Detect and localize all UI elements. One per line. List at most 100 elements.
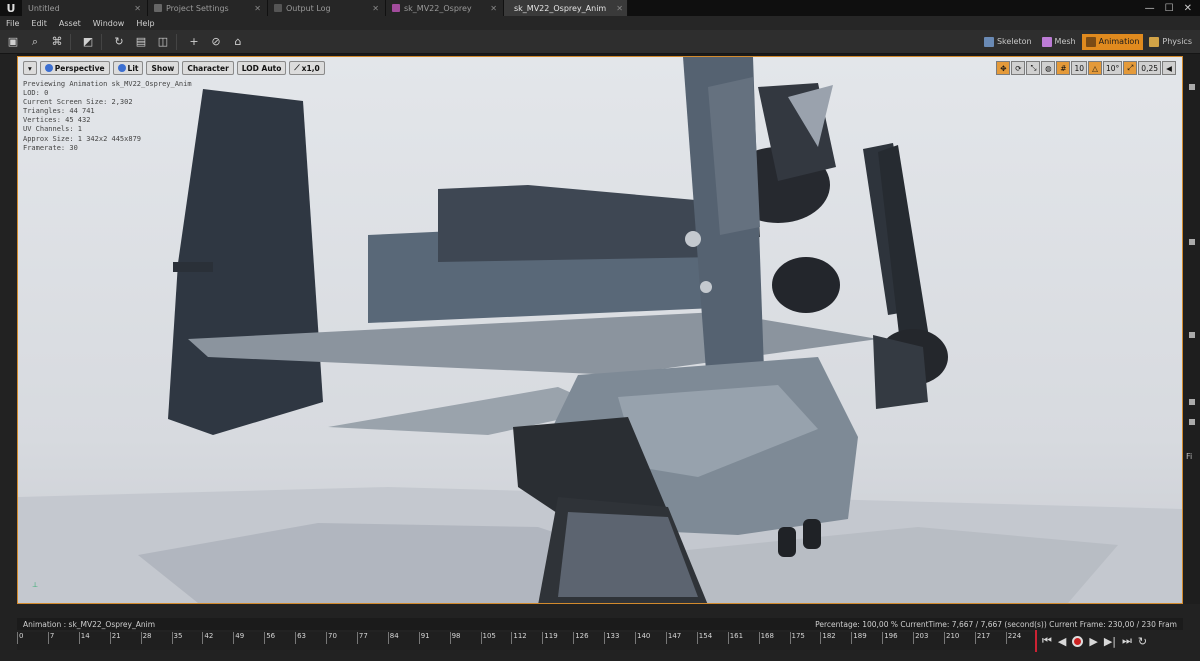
mode-mesh[interactable]: Mesh (1038, 34, 1080, 50)
editor-mode-switch: Skeleton Mesh Animation Physics (980, 33, 1200, 50)
close-icon[interactable]: ✕ (610, 4, 623, 13)
loop-icon[interactable]: ↻ (1138, 635, 1147, 648)
timeline-tick: 0 (17, 632, 23, 644)
viewport-options-button[interactable]: ▾ (23, 61, 37, 75)
mode-label: Skeleton (996, 37, 1032, 46)
panel-marker-icon (1189, 332, 1195, 338)
menu-help[interactable]: Help (130, 19, 160, 28)
perspective-button[interactable]: Perspective (39, 61, 110, 75)
osprey-aircraft-render (18, 57, 1182, 603)
tab-skeleton[interactable]: sk_MV22_Osprey ✕ (386, 0, 504, 16)
separator (70, 33, 71, 50)
left-panel-strip (0, 54, 17, 604)
speed-label: x1,0 (301, 63, 320, 73)
record-icon[interactable] (1072, 635, 1084, 647)
viewport-toolbar-right: ✥ ⟳ ⤡ ◍ # 10 △ 10° ⤢ 0,25 ◀ (996, 61, 1176, 75)
scrub-timeline[interactable]: 224 217 210 203 196 189 182 175 168 161 154 147 140 1… (17, 630, 1037, 652)
preview-viewport[interactable]: ▾ Perspective Lit Show Character LOD Aut… (17, 56, 1183, 604)
grid-snap-icon[interactable]: # (1056, 61, 1071, 75)
scale-snap-icon[interactable]: ⤢ (1123, 61, 1138, 75)
tab-project-settings[interactable]: Project Settings ✕ (148, 0, 268, 16)
character-button[interactable]: Character (182, 61, 234, 75)
step-forward-icon[interactable]: ▶| (1104, 635, 1116, 648)
stat-line: Previewing Animation sk_MV22_Osprey_Anim (23, 80, 192, 88)
apply-compression-icon[interactable]: ▤ (132, 33, 150, 51)
menu-asset[interactable]: Asset (53, 19, 87, 28)
menu-window[interactable]: Window (87, 19, 131, 28)
viewport-stats: Previewing Animation sk_MV22_Osprey_Anim… (23, 80, 192, 153)
lit-icon (117, 64, 126, 72)
timeline-tick: 42 (202, 632, 213, 644)
close-icon[interactable]: ✕ (484, 4, 497, 13)
maximize-icon[interactable]: ☐ (1165, 3, 1174, 14)
preview-mesh-icon[interactable]: ◩ (79, 33, 97, 51)
document-tab-bar: U Untitled ✕ Project Settings ✕ Output L… (0, 0, 1200, 16)
add-icon[interactable]: + (185, 33, 203, 51)
step-back-icon[interactable]: ◀ (1058, 635, 1066, 648)
timeline-tick: 217 (974, 632, 990, 644)
play-icon[interactable]: ▶ (1089, 635, 1097, 648)
animation-status-bar: Animation : sk_MV22_Osprey_Anim Percenta… (17, 618, 1183, 630)
timeline-tick: 203 (913, 632, 928, 644)
axis-gizmo-icon: ⊥ (32, 581, 39, 589)
panel-marker-icon (1189, 84, 1195, 90)
grid-snap-value[interactable]: 10 (1071, 61, 1087, 75)
timeline-tick: 112 (511, 632, 527, 644)
save-icon[interactable]: ▣ (4, 33, 22, 51)
panel-marker-icon (1189, 239, 1195, 245)
rotate-icon[interactable]: ⟳ (1011, 61, 1026, 75)
export-icon[interactable]: ◫ (154, 33, 172, 51)
translate-icon[interactable]: ✥ (996, 61, 1011, 75)
timeline-tick: 28 (140, 632, 152, 644)
make-static-mesh-icon[interactable]: ⌂ (229, 33, 247, 51)
browse-icon[interactable]: ⌕ (26, 33, 44, 51)
rotation-snap-value[interactable]: 10° (1103, 61, 1123, 75)
timeline-tick: 126 (573, 632, 589, 644)
stat-line: Vertices: 45 432 (23, 116, 91, 125)
tab-untitled[interactable]: Untitled ✕ (22, 0, 148, 16)
playhead[interactable] (1035, 630, 1037, 652)
separator (101, 33, 102, 50)
rotation-snap-icon[interactable]: △ (1088, 61, 1102, 75)
scale-snap-value[interactable]: 0,25 (1138, 61, 1161, 75)
stat-line: Framerate: 30 (23, 143, 78, 152)
skeleton-icon[interactable]: ⌘ (48, 33, 66, 51)
close-icon[interactable]: ✕ (248, 4, 261, 13)
tab-animation[interactable]: sk_MV22_Osprey_Anim ✕ (504, 0, 628, 16)
timeline-tick: 175 (789, 632, 805, 644)
playback-speed-button[interactable]: ⟋ x1,0 (289, 61, 325, 75)
mode-skeleton[interactable]: Skeleton (980, 34, 1036, 50)
unreal-logo-icon: U (6, 1, 16, 15)
minimize-icon[interactable]: — (1145, 3, 1155, 14)
animation-icon (1085, 36, 1096, 47)
menu-edit[interactable]: Edit (25, 19, 53, 28)
close-icon[interactable]: ✕ (366, 4, 379, 13)
timeline-tick: 154 (696, 632, 712, 644)
lit-button[interactable]: Lit (112, 61, 144, 75)
scale-icon[interactable]: ⤡ (1026, 61, 1041, 75)
skip-to-end-icon[interactable]: ⏭ (1122, 634, 1132, 648)
timeline-tick: 140 (635, 632, 650, 644)
mode-animation[interactable]: Animation (1081, 33, 1144, 50)
camera-speed-icon[interactable]: ◀ (1162, 61, 1176, 75)
main-toolbar: ▣ ⌕ ⌘ ◩ ↻ ▤ ◫ + ⊘ ⌂ Skeleton Mesh Animat… (0, 30, 1200, 54)
tab-output-log[interactable]: Output Log ✕ (268, 0, 386, 16)
timeline-tick: 98 (449, 632, 461, 644)
stat-line: Current Screen Size: 2,302 (23, 98, 133, 107)
mode-label: Mesh (1054, 37, 1076, 46)
panel-marker-icon (1189, 419, 1195, 425)
reimport-icon[interactable]: ↻ (110, 33, 128, 51)
stat-line: Triangles: 44 741 (23, 107, 95, 116)
show-button[interactable]: Show (146, 61, 180, 75)
close-window-icon[interactable]: ✕ (1184, 3, 1192, 14)
world-local-icon[interactable]: ◍ (1041, 61, 1056, 75)
timeline-tick: 210 (944, 632, 959, 644)
close-icon[interactable]: ✕ (128, 4, 141, 13)
timeline-tick: 91 (418, 632, 430, 644)
skip-to-start-icon[interactable]: ⏮ (1042, 634, 1052, 648)
record-icon[interactable]: ⊘ (207, 33, 225, 51)
lod-button[interactable]: LOD Auto (236, 61, 287, 75)
menu-file[interactable]: File (0, 19, 25, 28)
mode-physics[interactable]: Physics (1145, 34, 1196, 50)
timeline-tick: 56 (264, 632, 275, 644)
